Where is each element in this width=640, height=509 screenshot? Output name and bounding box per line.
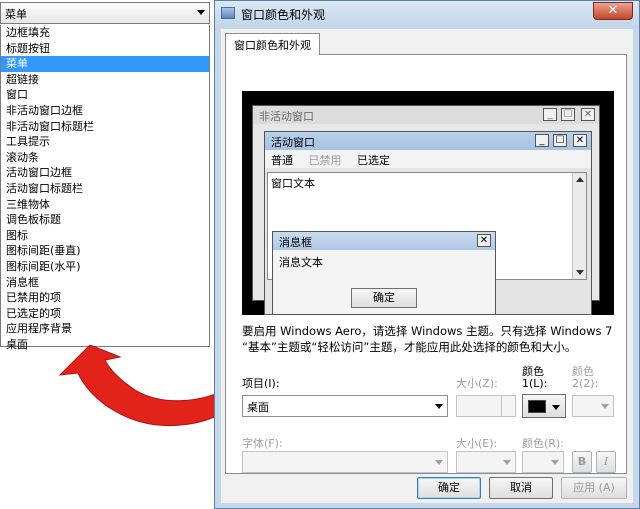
dialog-body: 窗口颜色和外观 非活动窗口 _ ☐ ✕ 活动窗口 _ ☐ ✕ 普通 已禁用 已选… — [221, 29, 633, 503]
dropdown-option[interactable]: 已禁用的项 — [1, 290, 209, 306]
msgbox-text: 消息文本 — [279, 256, 323, 269]
dropdown-option[interactable]: 边框填充 — [1, 25, 209, 41]
maximize-icon: ☐ — [561, 108, 575, 121]
font-size-select[interactable] — [456, 451, 516, 473]
maximize-icon: ☐ — [553, 134, 567, 147]
font-label: 字体(F): — [242, 437, 283, 450]
dialog-titlebar: 窗口颜色和外观 ✕ — [215, 1, 639, 27]
item-select[interactable]: 桌面 — [242, 395, 448, 417]
dropdown-option[interactable]: 工具提示 — [1, 134, 209, 150]
italic-button[interactable]: I — [596, 451, 616, 473]
dropdown-option[interactable]: 活动窗口标题栏 — [1, 181, 209, 197]
dropdown-option[interactable]: 非活动窗口标题栏 — [1, 119, 209, 135]
red-arrow-icon — [58, 345, 239, 427]
minimize-icon: _ — [535, 134, 549, 147]
spin-down-icon[interactable] — [501, 406, 515, 416]
window-text: 窗口文本 — [271, 177, 315, 190]
apply-button[interactable]: 应用 (A) — [561, 477, 627, 499]
appearance-dialog: 窗口颜色和外观 ✕ 窗口颜色和外观 非活动窗口 _ ☐ ✕ 活动窗口 _ ☐ ✕… — [214, 0, 640, 509]
size-label: 大小(Z): — [456, 377, 498, 390]
scroll-down-icon — [576, 270, 584, 275]
chevron-down-icon — [601, 404, 609, 409]
active-window-title: 活动窗口 — [271, 136, 315, 149]
close-icon: ✕ — [573, 134, 587, 147]
message-box-preview: 消息框 ✕ 消息文本 确定 — [272, 231, 496, 315]
chevron-down-icon — [197, 10, 205, 15]
preview-area[interactable]: 非活动窗口 _ ☐ ✕ 活动窗口 _ ☐ ✕ 普通 已禁用 已选定 窗口文本 消… — [242, 91, 614, 315]
item-label: 项目(I): — [242, 377, 280, 390]
chevron-down-icon — [552, 405, 560, 410]
close-icon: ✕ — [477, 234, 491, 247]
color2-button[interactable] — [572, 395, 614, 417]
inactive-window-title: 非活动窗口 — [259, 110, 314, 123]
tab-panel: 非活动窗口 _ ☐ ✕ 活动窗口 _ ☐ ✕ 普通 已禁用 已选定 窗口文本 消… — [225, 54, 627, 474]
dropdown-option[interactable]: 菜单 — [1, 56, 209, 72]
scrollbar — [572, 173, 586, 279]
color1-label-b: 1(L): — [522, 377, 548, 390]
color2-label-b: 2(2): — [572, 377, 599, 390]
item-dropdown-selected: 菜单 — [5, 8, 27, 21]
dropdown-option[interactable]: 图标 — [1, 228, 209, 244]
dropdown-option[interactable]: 非活动窗口边框 — [1, 103, 209, 119]
preview-menu-bar: 普通 已禁用 已选定 — [265, 150, 591, 168]
scroll-up-icon — [576, 177, 584, 182]
dialog-title: 窗口颜色和外观 — [241, 8, 326, 22]
dropdown-option[interactable]: 应用程序背景 — [1, 321, 209, 337]
item-dropdown-list[interactable]: 边框填充 标题按钮 菜单 超链接 窗口 非活动窗口边框 非活动窗口标题栏 工具提示 滚动条 活动窗… — [0, 25, 210, 351]
ok-button[interactable]: 确定 — [417, 477, 481, 499]
item-select-value: 桌面 — [247, 401, 269, 414]
menu-disabled: 已禁用 — [308, 154, 342, 167]
dropdown-option[interactable]: 标题按钮 — [1, 41, 209, 57]
msgbox-title: 消息框 — [279, 236, 312, 249]
color1-button[interactable] — [522, 394, 566, 418]
msgbox-ok-button: 确定 — [351, 288, 417, 308]
aero-note: 要启用 Windows Aero，请选择 Windows 主题。只有选择 Win… — [242, 324, 613, 354]
bold-button[interactable]: B — [572, 451, 592, 473]
font-select[interactable] — [242, 451, 448, 473]
font-color-button[interactable] — [522, 451, 564, 473]
menu-selected: 已选定 — [357, 154, 390, 167]
chevron-down-icon — [435, 460, 443, 465]
chevron-down-icon — [551, 460, 559, 465]
size-spinner[interactable] — [456, 395, 516, 417]
chevron-down-icon — [435, 404, 443, 409]
font-color-label: 颜色(R): — [522, 437, 564, 450]
dropdown-option[interactable]: 活动窗口边框 — [1, 165, 209, 181]
dropdown-option[interactable]: 滚动条 — [1, 150, 209, 166]
font-size-label: 大小(E): — [456, 437, 498, 450]
dropdown-option[interactable]: 图标间距(垂直) — [1, 243, 209, 259]
dropdown-option[interactable]: 超链接 — [1, 72, 209, 88]
dropdown-option[interactable]: 调色板标题 — [1, 212, 209, 228]
chevron-down-icon — [503, 460, 511, 465]
cancel-button[interactable]: 取消 — [489, 477, 553, 499]
close-icon: ✕ — [581, 108, 595, 121]
dropdown-option[interactable]: 窗口 — [1, 87, 209, 103]
item-dropdown-header[interactable]: 菜单 — [0, 2, 210, 24]
color1-swatch — [528, 400, 546, 413]
menu-normal: 普通 — [271, 154, 293, 167]
window-icon — [221, 7, 235, 19]
dropdown-option[interactable]: 图标间距(水平) — [1, 259, 209, 275]
dropdown-option[interactable]: 三维物体 — [1, 197, 209, 213]
dropdown-option[interactable]: 消息框 — [1, 275, 209, 291]
close-button[interactable]: ✕ — [593, 2, 633, 20]
minimize-icon: _ — [543, 108, 557, 121]
tab-appearance[interactable]: 窗口颜色和外观 — [225, 33, 320, 55]
dropdown-option[interactable]: 已选定的项 — [1, 306, 209, 322]
spin-up-icon[interactable] — [501, 396, 515, 406]
